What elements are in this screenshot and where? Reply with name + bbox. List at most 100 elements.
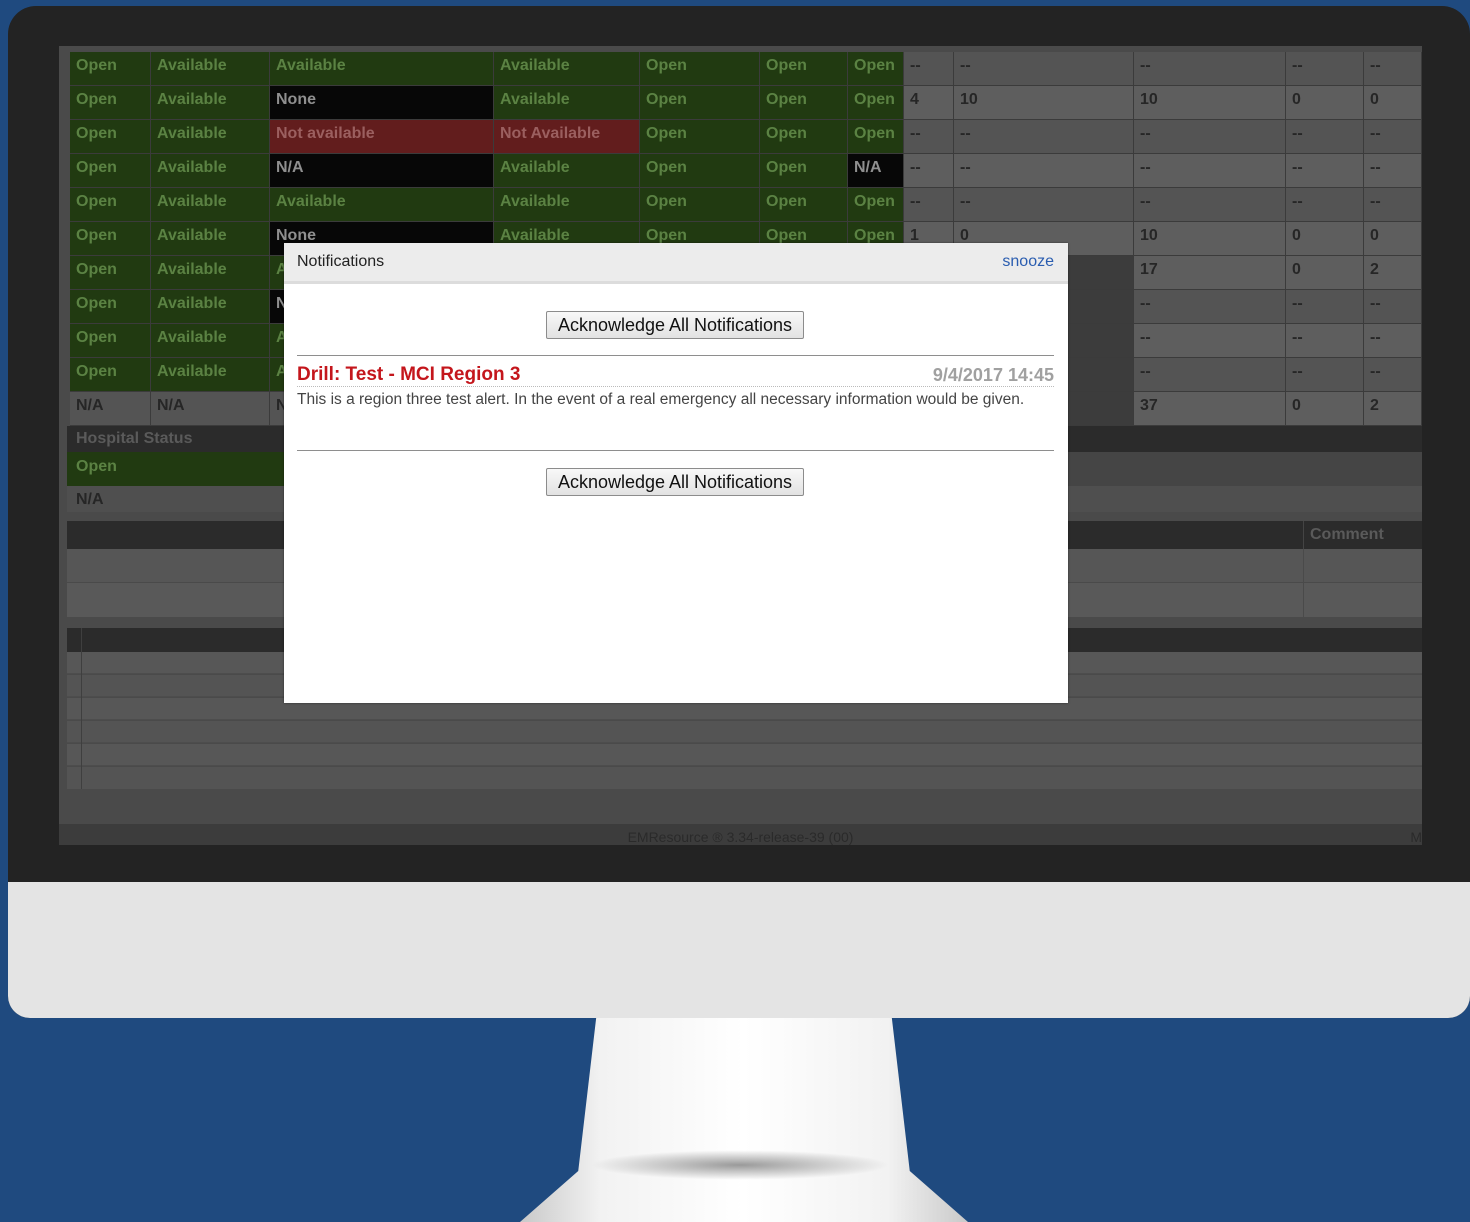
grid-cell: Open [70,358,151,392]
notification-title: Drill: Test - MCI Region 3 [297,364,521,385]
grid-cell: Open [640,52,760,86]
grid-cell: Available [151,324,270,358]
grid-cell: Not available [270,120,494,154]
grid-cell: 0 [1364,86,1422,120]
grid-cell: -- [1286,324,1364,358]
grid-cell: 2 [1364,392,1422,426]
grid-cell: Open [848,188,904,222]
grid-cell: Open [70,188,151,222]
grid-cell: -- [954,188,1134,222]
divider [297,355,1054,356]
grid-cell: Open [640,86,760,120]
grid-cell: -- [1286,290,1364,324]
dotted-divider [297,386,1054,387]
grid-cell: 0 [1286,392,1364,426]
grid-cell: -- [1286,188,1364,222]
grid-cell: Available [151,290,270,324]
grid-cell: -- [1364,324,1422,358]
grid-cell: Available [151,154,270,188]
grid-cell: Not Available [494,120,640,154]
grid-cell: -- [1134,154,1286,188]
grid-cell: -- [1134,188,1286,222]
monitor-stand [520,1018,968,1222]
modal-title: Notifications [297,253,385,270]
monitor-chin [8,882,1470,1018]
grid-cell: Open [760,52,848,86]
grid-cell: 4 [904,86,954,120]
grid-cell: -- [1134,52,1286,86]
grid-cell: -- [1364,120,1422,154]
grid-cell: N/A [270,154,494,188]
grid-cell: -- [954,120,1134,154]
lower-table-row [67,767,1422,789]
grid-cell: -- [1364,52,1422,86]
grid-cell: -- [1134,120,1286,154]
grid-cell: Open [760,120,848,154]
divider [297,450,1054,451]
grid-cell: -- [1134,358,1286,392]
grid-cell: 10 [1134,86,1286,120]
hospital-status-value: Open [76,458,117,475]
grid-cell: Open [70,290,151,324]
grid-cell: Open [70,324,151,358]
grid-cell: Available [494,86,640,120]
grid-cell: 0 [1286,256,1364,290]
grid-cell: Available [151,120,270,154]
grid-cell: Available [494,188,640,222]
grid-cell: Open [760,86,848,120]
grid-cell: Open [640,120,760,154]
grid-cell: -- [1286,120,1364,154]
acknowledge-all-button-top[interactable]: Acknowledge All Notifications [546,311,804,339]
grid-cell: N/A [848,154,904,188]
grid-cell: -- [1364,188,1422,222]
lower-table-row [67,744,1422,766]
grid-cell: -- [1134,290,1286,324]
grid-cell: -- [1364,154,1422,188]
grid-cell: Open [70,86,151,120]
grid-cell: -- [904,188,954,222]
grid-cell: Open [70,52,151,86]
grid-cell: -- [904,120,954,154]
grid-cell: Open [848,120,904,154]
snooze-link[interactable]: snooze [1002,253,1054,271]
grid-cell: Open [848,86,904,120]
grid-cell: Open [70,154,151,188]
grid-cell: Open [848,52,904,86]
grid-cell: Open [70,120,151,154]
grid-cell: -- [1286,154,1364,188]
comment-column-header: Comment [1310,526,1384,543]
grid-cell: Open [70,222,151,256]
grid-cell: -- [1364,358,1422,392]
grid-cell: Available [270,188,494,222]
grid-cell: N/A [70,392,151,426]
grid-cell: 17 [1134,256,1286,290]
grid-cell: Available [494,52,640,86]
grid-cell: Available [151,188,270,222]
grid-cell: 37 [1134,392,1286,426]
notifications-modal: Notifications snooze Acknowledge All Not… [284,243,1068,703]
grid-cell: -- [954,52,1134,86]
grid-cell: -- [904,52,954,86]
grid-cell: Open [640,154,760,188]
grid-cell: -- [1364,290,1422,324]
grid-cell: -- [1134,324,1286,358]
grid-cell: 0 [1286,222,1364,256]
grid-cell: -- [1286,358,1364,392]
grid-cell: -- [954,154,1134,188]
grid-cell: Open [70,256,151,290]
stand-shadow [590,1150,890,1180]
grid-cell: Available [151,256,270,290]
grid-cell: Open [760,154,848,188]
grid-cell: 10 [954,86,1134,120]
grid-cell: 0 [1364,222,1422,256]
app-footer: EMResource ® 3.34-release-39 (00) M [59,824,1422,845]
grid-cell: None [270,86,494,120]
modal-header: Notifications snooze [284,243,1068,284]
grid-cell: Available [151,222,270,256]
acknowledge-all-button-bottom[interactable]: Acknowledge All Notifications [546,468,804,496]
grid-cell: -- [904,154,954,188]
grid-cell: Open [760,188,848,222]
grid-cell: Available [151,52,270,86]
grid-cell: 2 [1364,256,1422,290]
grid-cell: Available [151,86,270,120]
